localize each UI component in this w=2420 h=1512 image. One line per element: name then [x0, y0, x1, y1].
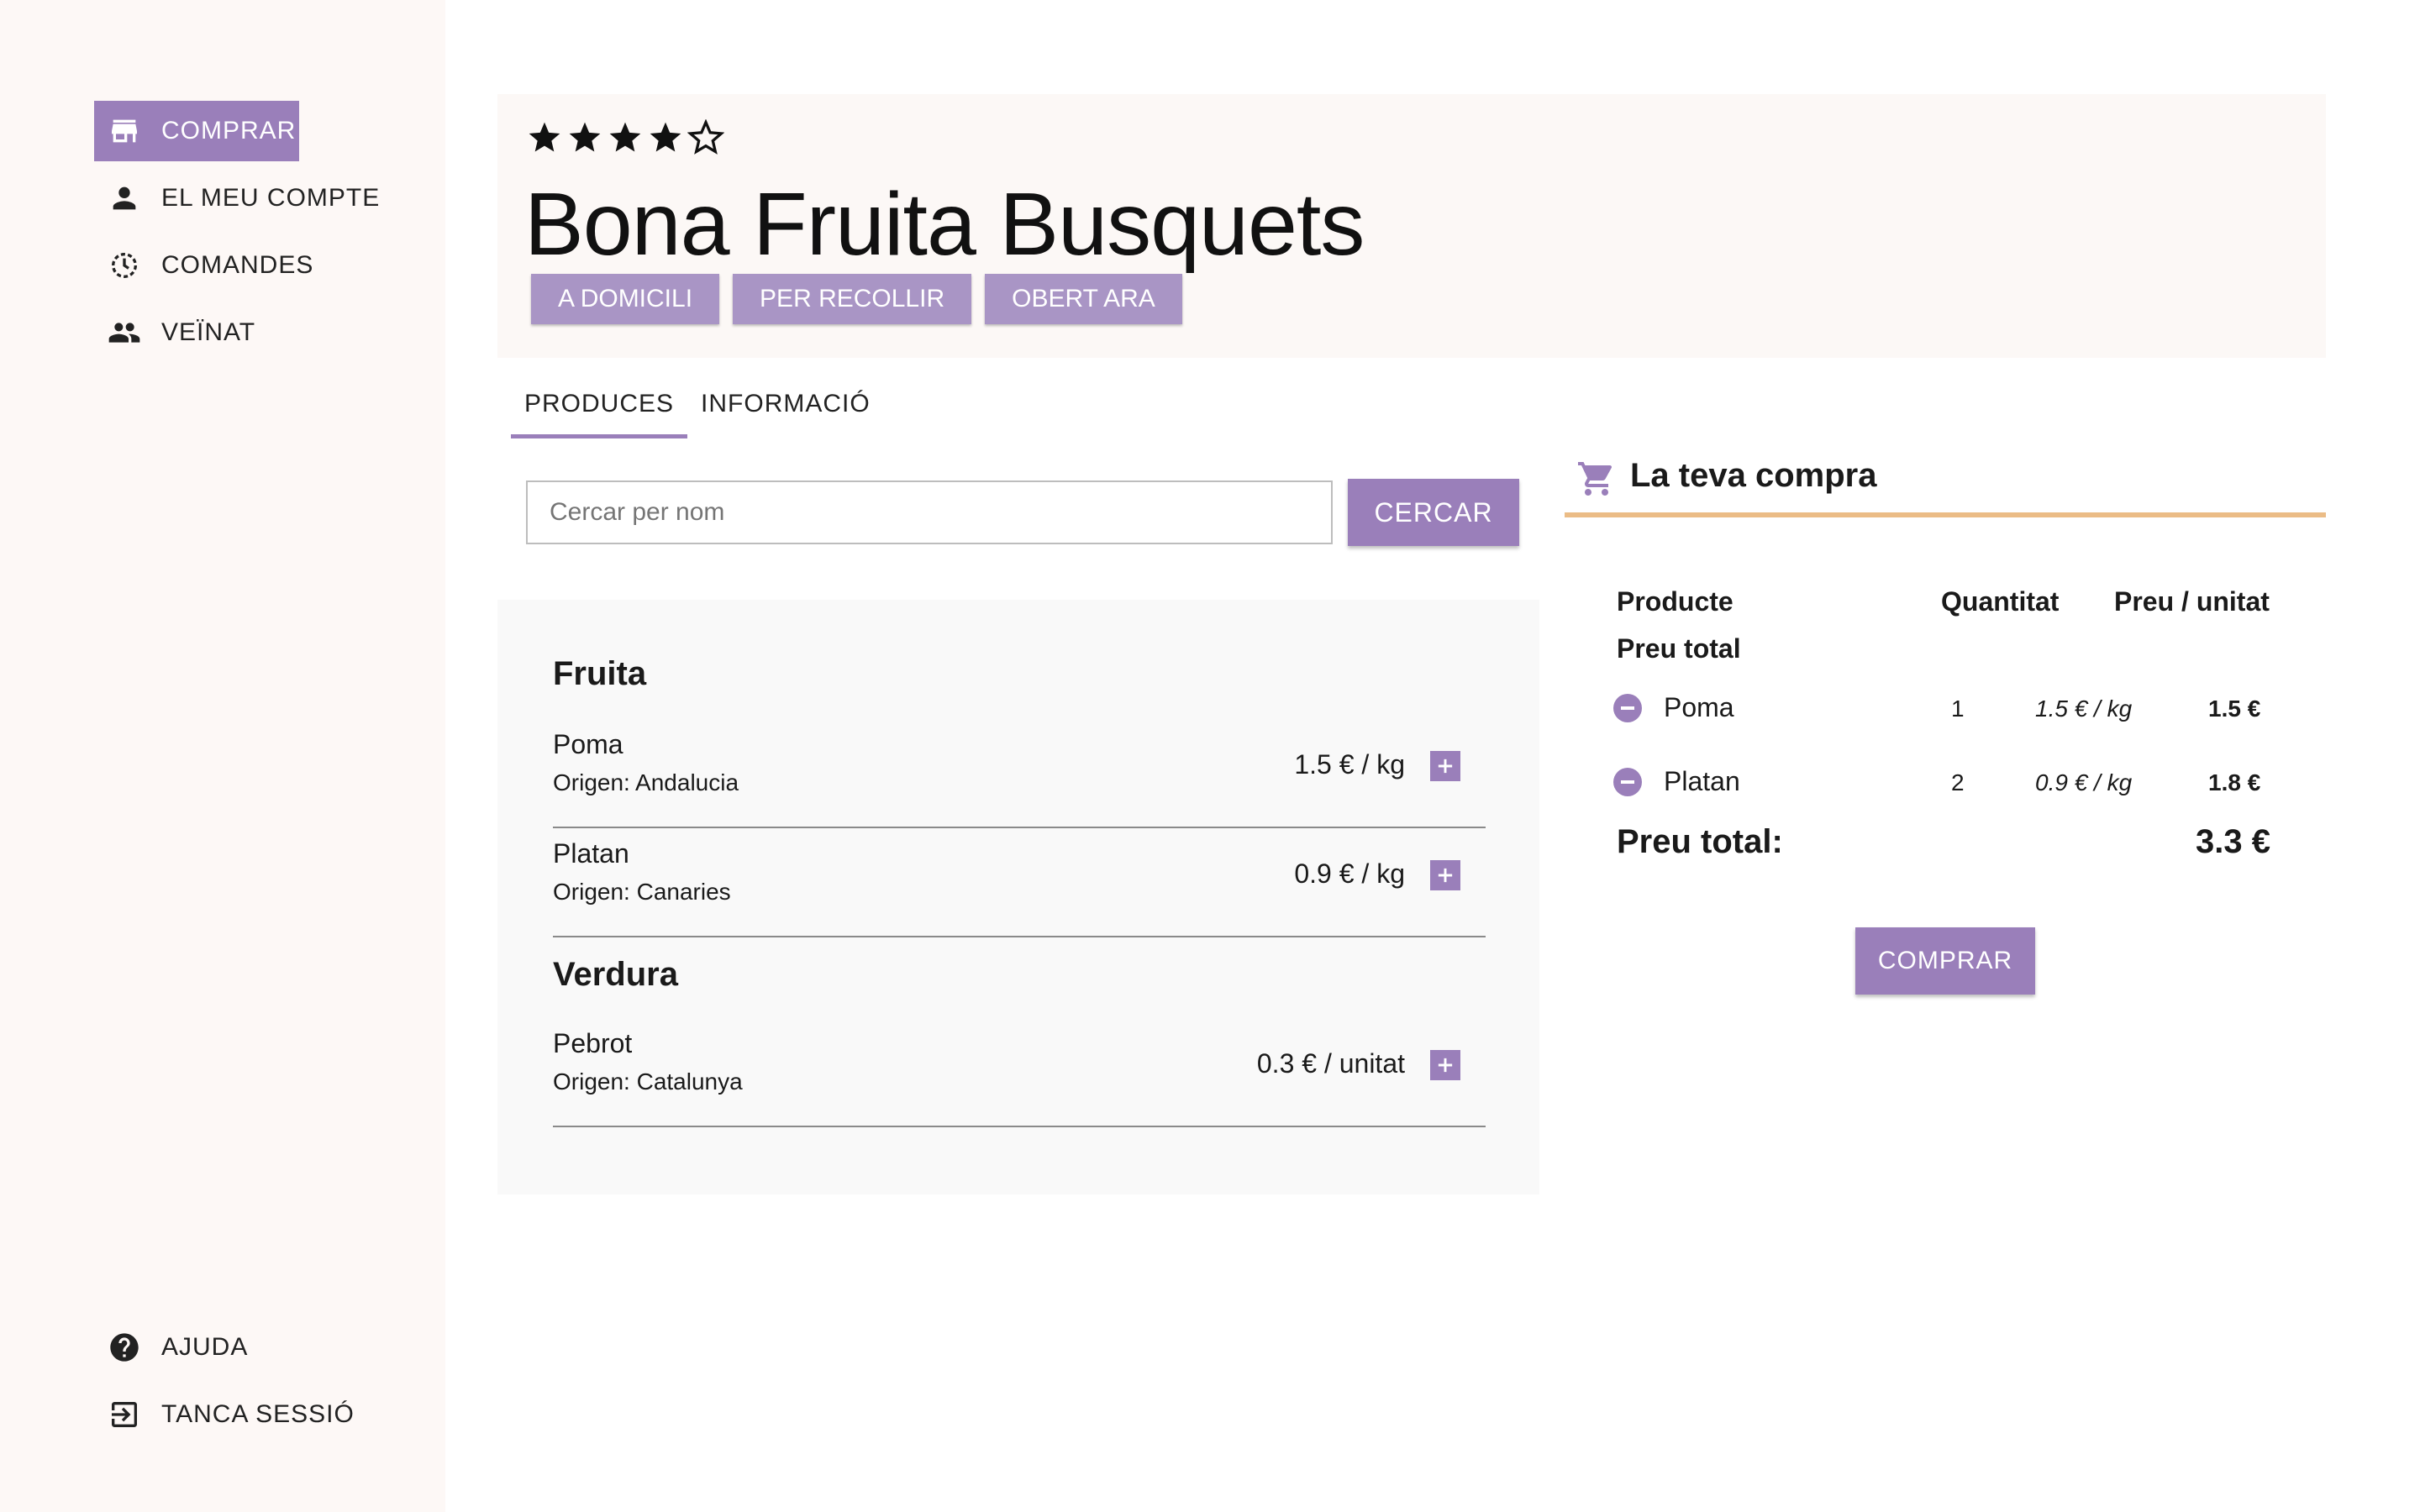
cart-item-total: 1.8 € [2208, 769, 2261, 795]
remove-item-button[interactable] [1613, 768, 1642, 796]
sidebar-item-ajuda[interactable]: AJUDA [94, 1317, 261, 1378]
cart-item-unit-price: 0.9 € / kg [2035, 769, 2133, 795]
shopping-cart-icon [1578, 462, 1612, 496]
remove-item-button[interactable] [1613, 694, 1642, 722]
sidebar-item-label: AJUDA [161, 1333, 249, 1361]
cart-header-unit-price: Preu / unitat [2114, 586, 2270, 617]
search-input[interactable] [526, 480, 1333, 544]
product-row: Pebrot Origen: Catalunya 0.3 € / unitat [553, 1026, 1486, 1127]
tab-bar: PRODUCES INFORMACIÓ [511, 376, 884, 438]
store-icon [108, 114, 141, 148]
category-title: Verdura [553, 956, 678, 993]
star-outline-icon [687, 119, 724, 155]
tab-informacio[interactable]: INFORMACIÓ [687, 376, 884, 438]
sidebar-item-veinat[interactable]: VEÏNAT [94, 302, 269, 363]
plus-icon [1438, 868, 1453, 883]
sidebar-item-comandes[interactable]: COMANDES [94, 235, 327, 296]
cart-header-product: Producte [1617, 586, 1733, 617]
product-origin: Origen: Canaries [553, 879, 731, 905]
products-panel: Fruita Poma Origen: Andalucia 1.5 € / kg… [497, 600, 1539, 1194]
cart-header-total: Preu total [1617, 633, 1741, 664]
chip-obert-ara[interactable]: OBERT ARA [985, 274, 1182, 324]
cart-item-total: 1.5 € [2208, 696, 2261, 722]
cart-total-value: 3.3 € [2196, 823, 2270, 860]
person-icon [108, 181, 141, 215]
add-to-cart-button[interactable] [1430, 860, 1460, 890]
sidebar: COMPRAR EL MEU COMPTE COMANDES VEÏNAT AJ… [0, 0, 445, 1512]
chip-a-domicili[interactable]: A DOMICILI [531, 274, 720, 324]
sidebar-item-el-meu-compte[interactable]: EL MEU COMPTE [94, 168, 393, 228]
product-price: 1.5 € / kg [1294, 749, 1405, 780]
shop-title: Bona Fruita Busquets [524, 175, 1365, 274]
star-filled-icon [529, 122, 560, 152]
rating-stars [526, 119, 724, 156]
cart-item-name: Poma [1664, 692, 1734, 722]
star-filled-icon [650, 122, 681, 152]
star-filled-icon [569, 122, 601, 152]
product-origin: Origen: Andalucia [553, 769, 739, 795]
product-row: Platan Origen: Canaries 0.9 € / kg [553, 837, 1486, 937]
cart-item-quantity: 2 [1951, 769, 1965, 795]
product-price: 0.9 € / kg [1294, 858, 1405, 889]
shop-header: Bona Fruita Busquets A DOMICILI PER RECO… [497, 94, 2326, 358]
history-icon [108, 249, 141, 282]
plus-icon [1438, 759, 1453, 774]
cart-item-name: Platan [1664, 766, 1740, 796]
cart-header-quantity: Quantitat [1941, 586, 2060, 617]
product-row: Poma Origen: Andalucia 1.5 € / kg [553, 727, 1486, 828]
chip-per-recollir[interactable]: PER RECOLLIR [733, 274, 972, 324]
plus-icon [1438, 1058, 1453, 1073]
add-to-cart-button[interactable] [1430, 1050, 1460, 1080]
sidebar-item-comprar[interactable]: COMPRAR [94, 101, 299, 161]
sidebar-item-label: TANCA SESSIÓ [161, 1400, 355, 1428]
cart-item-quantity: 1 [1951, 696, 1965, 722]
star-filled-icon [609, 122, 641, 152]
cart-title: La teva compra [1630, 457, 1877, 494]
sidebar-item-label: COMPRAR [161, 117, 297, 144]
add-to-cart-button[interactable] [1430, 751, 1460, 781]
shop-chips: A DOMICILI PER RECOLLIR OBERT ARA [531, 274, 1182, 324]
cart-total-label: Preu total: [1617, 823, 1783, 860]
cart-header: La teva compra [1565, 452, 2326, 517]
category-title: Fruita [553, 655, 647, 692]
sidebar-item-label: VEÏNAT [161, 318, 256, 346]
product-price: 0.3 € / unitat [1256, 1048, 1405, 1079]
sidebar-item-label: COMANDES [161, 251, 314, 279]
cart-item-unit-price: 1.5 € / kg [2035, 696, 2133, 722]
minus-icon [1621, 706, 1634, 710]
people-icon [108, 316, 141, 349]
help-icon [108, 1331, 141, 1364]
tab-produces[interactable]: PRODUCES [511, 376, 688, 438]
product-name: Platan [553, 838, 629, 869]
sidebar-item-label: EL MEU COMPTE [161, 184, 381, 212]
buy-button[interactable]: COMPRAR [1855, 927, 2035, 995]
product-name: Pebrot [553, 1028, 633, 1058]
search-button[interactable]: CERCAR [1348, 479, 1519, 546]
logout-icon [108, 1398, 141, 1431]
product-origin: Origen: Catalunya [553, 1068, 743, 1095]
product-name: Poma [553, 729, 623, 759]
minus-icon [1621, 780, 1634, 784]
sidebar-item-tanca-sessio[interactable]: TANCA SESSIÓ [94, 1384, 368, 1445]
